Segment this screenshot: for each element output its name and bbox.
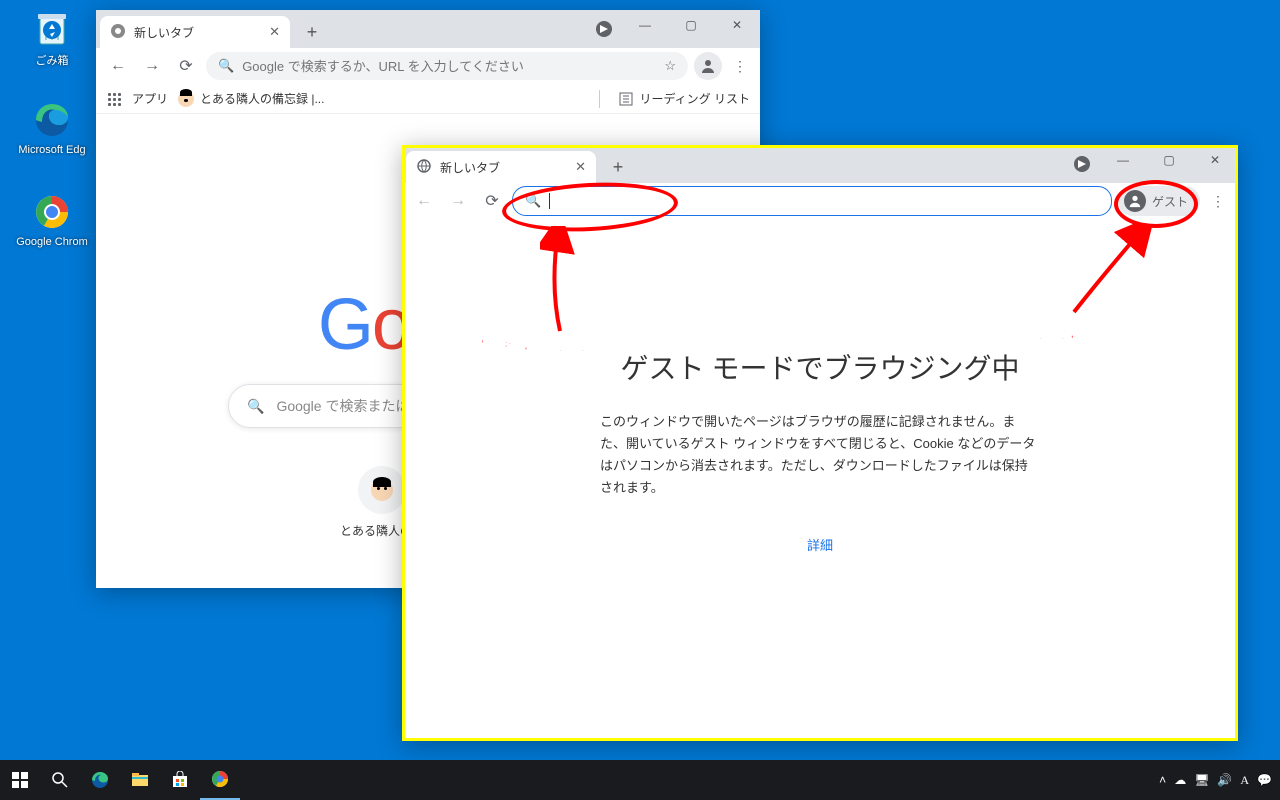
guest-mode-description: このウィンドウで開いたページはブラウザの履歴に記録されません。また、開いているゲ…	[600, 411, 1040, 499]
start-button[interactable]	[0, 760, 40, 800]
tray-chevron-icon[interactable]: ˄	[1159, 773, 1166, 787]
tab-newtab[interactable]: 新しいタブ ✕	[406, 151, 596, 183]
bookmark-item[interactable]: とある隣人の備忘録 |...	[178, 90, 324, 107]
details-link[interactable]: 詳細	[402, 535, 1238, 554]
minimize-button[interactable]: —	[1100, 145, 1146, 175]
omnibox-input[interactable]	[242, 59, 656, 74]
taskbar-chrome[interactable]	[200, 760, 240, 800]
menu-button[interactable]: ⋮	[728, 58, 752, 75]
omnibox-input[interactable]	[549, 193, 1099, 209]
taskbar-search[interactable]	[40, 760, 80, 800]
media-control-button[interactable]	[596, 21, 612, 37]
maximize-button[interactable]: ▢	[668, 10, 714, 40]
toolbar: ← → ⟳ 🔍 ☆ ⋮	[96, 48, 760, 84]
media-control-button[interactable]	[1074, 156, 1090, 172]
tabstrip: 新しいタブ ✕ + — ▢ ✕	[96, 10, 760, 48]
address-bar[interactable]: 🔍	[512, 186, 1112, 216]
bookmark-label: とある隣人の備忘録 |...	[200, 90, 324, 107]
forward-button[interactable]: →	[444, 187, 472, 215]
desktop-edge[interactable]: Microsoft Edg	[14, 100, 90, 156]
guest-label: ゲスト	[1152, 193, 1188, 210]
close-icon[interactable]: ✕	[575, 159, 586, 175]
new-tab-button[interactable]: +	[298, 18, 326, 46]
minimize-button[interactable]: —	[622, 10, 668, 40]
tray-network-icon[interactable]: 🖥	[1194, 773, 1209, 787]
tray-volume-icon[interactable]: 🔊	[1217, 773, 1232, 787]
search-icon: 🔍	[218, 58, 234, 74]
bookmark-star-icon[interactable]: ☆	[664, 58, 676, 74]
tab-title: 新しいタブ	[440, 159, 500, 176]
apps-icon[interactable]	[106, 91, 122, 107]
desktop-recycle-bin[interactable]: ごみ箱	[14, 8, 90, 68]
desktop-chrome[interactable]: Google Chrom	[14, 192, 90, 248]
globe-icon	[416, 158, 432, 177]
close-icon[interactable]: ✕	[269, 24, 280, 40]
reading-list-button[interactable]: リーディング リスト	[610, 90, 751, 107]
separator	[599, 90, 600, 108]
address-bar[interactable]: 🔍 ☆	[206, 52, 688, 80]
back-button[interactable]: ←	[104, 52, 132, 80]
profile-button[interactable]	[694, 52, 722, 80]
toolbar: ← → ⟳ 🔍 ゲスト ⋮	[402, 183, 1238, 219]
tab-newtab[interactable]: 新しいタブ ✕	[100, 16, 290, 48]
chrome-window-guest: 新しいタブ ✕ + — ▢ ✕ ← → ⟳ 🔍 ゲスト ⋮ ゲスト モードでブラ…	[402, 145, 1238, 741]
close-button[interactable]: ✕	[714, 10, 760, 40]
reading-list-label: リーディング リスト	[640, 90, 751, 107]
tray-onedrive-icon[interactable]: ☁	[1174, 773, 1186, 787]
search-icon: 🔍	[247, 398, 264, 415]
desktop-icon-label: ごみ箱	[36, 55, 69, 67]
reload-button[interactable]: ⟳	[478, 187, 506, 215]
taskbar-explorer[interactable]	[120, 760, 160, 800]
forward-button[interactable]: →	[138, 52, 166, 80]
taskbar-store[interactable]	[160, 760, 200, 800]
guest-ntp-content: ゲスト モードでブラウジング中 このウィンドウで開いたページはブラウザの履歴に記…	[402, 219, 1238, 741]
menu-button[interactable]: ⋮	[1206, 193, 1230, 210]
reload-button[interactable]: ⟳	[172, 52, 200, 80]
taskbar-edge[interactable]	[80, 760, 120, 800]
close-button[interactable]: ✕	[1192, 145, 1238, 175]
tabstrip: 新しいタブ ✕ + — ▢ ✕	[402, 145, 1238, 183]
search-icon: 🔍	[525, 193, 541, 209]
maximize-button[interactable]: ▢	[1146, 145, 1192, 175]
system-tray[interactable]: ˄ ☁ 🖥 🔊 A 💬	[1159, 773, 1280, 788]
guest-profile-chip[interactable]: ゲスト	[1118, 186, 1200, 216]
bookmarks-bar: アプリ とある隣人の備忘録 |... リーディング リスト	[96, 84, 760, 114]
desktop-icon-label: Microsoft Edg	[18, 144, 85, 156]
back-button[interactable]: ←	[410, 187, 438, 215]
desktop-icon-label: Google Chrom	[16, 236, 88, 248]
tab-title: 新しいタブ	[134, 24, 194, 41]
tray-notifications-icon[interactable]: 💬	[1257, 773, 1272, 787]
new-tab-button[interactable]: +	[604, 153, 632, 181]
apps-label[interactable]: アプリ	[132, 90, 168, 107]
chrome-icon	[110, 23, 126, 42]
guest-mode-heading: ゲスト モードでブラウジング中	[402, 347, 1238, 387]
tray-ime-indicator[interactable]: A	[1240, 773, 1249, 788]
taskbar: ˄ ☁ 🖥 🔊 A 💬	[0, 760, 1280, 800]
